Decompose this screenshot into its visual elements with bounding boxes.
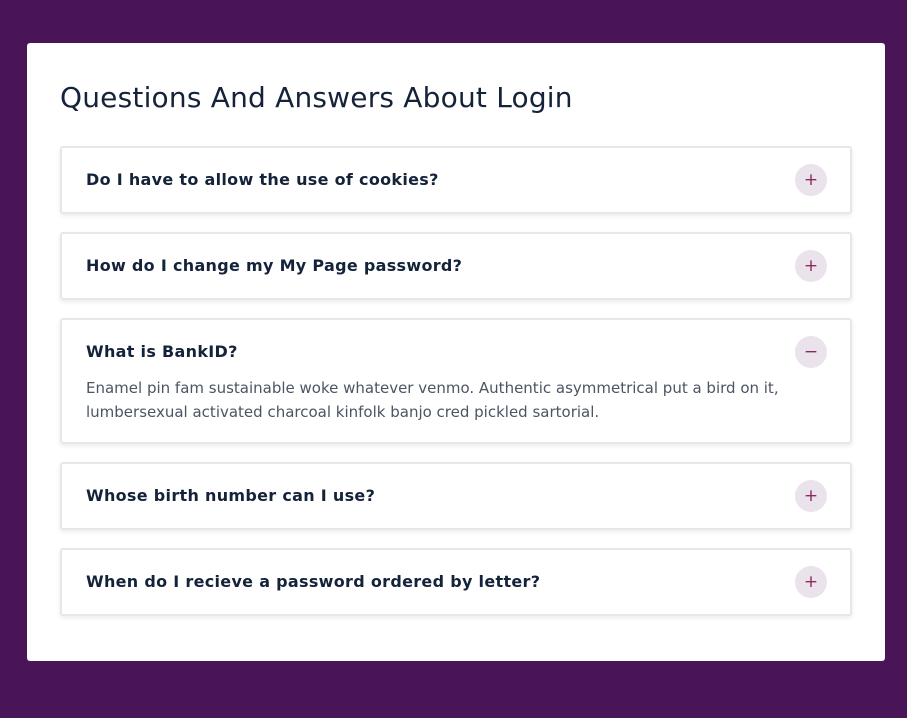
- faq-question-header[interactable]: Whose birth number can I use? +: [62, 464, 850, 528]
- faq-question: Do I have to allow the use of cookies?: [86, 170, 439, 189]
- plus-icon[interactable]: +: [795, 250, 827, 282]
- faq-question-header[interactable]: What is BankID? −: [62, 320, 850, 384]
- plus-icon[interactable]: +: [795, 164, 827, 196]
- faq-list: Do I have to allow the use of cookies? +…: [60, 146, 852, 634]
- faq-question: How do I change my My Page password?: [86, 256, 463, 275]
- faq-answer: Enamel pin fam sustainable woke whatever…: [86, 379, 779, 421]
- faq-question-header[interactable]: Do I have to allow the use of cookies? +: [62, 148, 850, 212]
- faq-question: What is BankID?: [86, 342, 238, 361]
- plus-icon[interactable]: +: [795, 566, 827, 598]
- faq-question-header[interactable]: When do I recieve a password ordered by …: [62, 550, 850, 614]
- faq-item: When do I recieve a password ordered by …: [60, 548, 852, 616]
- faq-item: How do I change my My Page password? +: [60, 232, 852, 300]
- faq-item-expanded: What is BankID? − Enamel pin fam sustain…: [60, 318, 852, 444]
- page-title: Questions And Answers About Login: [60, 81, 573, 114]
- faq-item: Do I have to allow the use of cookies? +: [60, 146, 852, 214]
- faq-question: Whose birth number can I use?: [86, 486, 376, 505]
- minus-icon[interactable]: −: [795, 336, 827, 368]
- faq-question-header[interactable]: How do I change my My Page password? +: [62, 234, 850, 298]
- faq-item: Whose birth number can I use? +: [60, 462, 852, 530]
- faq-question: When do I recieve a password ordered by …: [86, 572, 541, 591]
- faq-card: Questions And Answers About Login Do I h…: [27, 43, 885, 661]
- plus-icon[interactable]: +: [795, 480, 827, 512]
